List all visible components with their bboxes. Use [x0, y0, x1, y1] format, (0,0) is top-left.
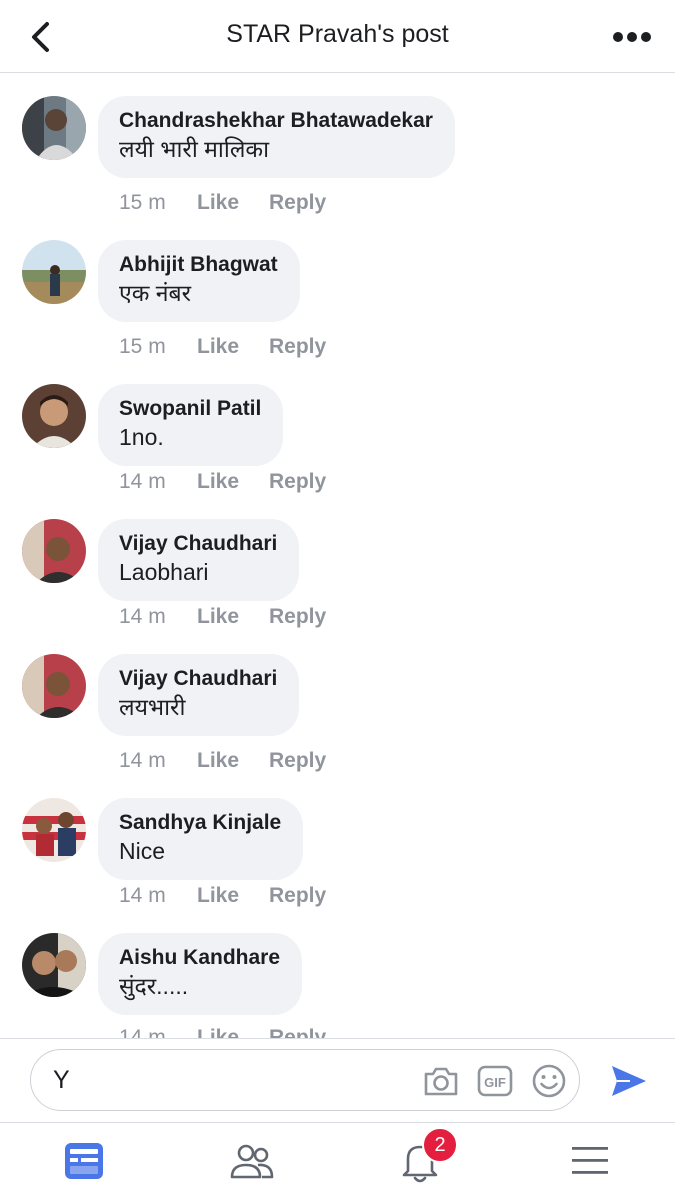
comment-actions: 14 m Like Reply [119, 884, 326, 908]
comment-time: 14 m [119, 470, 166, 493]
comment-text: Nice [119, 838, 166, 864]
camera-icon [424, 1067, 458, 1096]
reply-button[interactable]: Reply [269, 1026, 326, 1038]
comment-input-value[interactable]: Y [53, 1066, 70, 1095]
tab-news-feed[interactable] [60, 1137, 108, 1185]
comment-composer: Y GIF [0, 1038, 675, 1123]
notification-badge: 2 [422, 1127, 458, 1163]
avatar[interactable] [22, 384, 86, 448]
comment-bubble[interactable]: Vijay Chaudhari लयभारी [98, 654, 300, 736]
menu-icon [572, 1147, 608, 1174]
gif-button[interactable]: GIF [477, 1064, 513, 1098]
send-icon [612, 1066, 646, 1096]
comment-item: Aishu Kandhare सुंदर..... 14 m Like Reply [0, 910, 675, 1038]
comment-time: 14 m [119, 884, 166, 907]
comment-item: Sandhya Kinjale Nice 14 m Like Reply [0, 775, 675, 915]
emoji-icon [532, 1064, 566, 1098]
comment-author[interactable]: Abhijit Bhagwat [119, 251, 278, 278]
comment-author[interactable]: Aishu Kandhare [119, 944, 280, 971]
camera-button[interactable] [423, 1064, 459, 1098]
like-button[interactable]: Like [197, 1026, 269, 1038]
avatar[interactable] [22, 519, 86, 583]
comment-list: Chandrashekhar Bhatawadekar लयी भारी माल… [0, 73, 675, 1038]
send-button[interactable] [610, 1063, 648, 1099]
bottom-tab-bar: 2 [0, 1122, 675, 1200]
comment-bubble[interactable]: Abhijit Bhagwat एक नंबर [98, 240, 300, 322]
reply-button[interactable]: Reply [269, 470, 326, 494]
avatar[interactable] [22, 654, 86, 718]
comment-time: 14 m [119, 749, 166, 772]
reply-button[interactable]: Reply [269, 884, 326, 908]
more-options-button[interactable] [609, 24, 655, 50]
comment-bubble[interactable]: Vijay Chaudhari Laobhari [98, 519, 300, 601]
reply-button[interactable]: Reply [269, 335, 326, 359]
like-button[interactable]: Like [197, 470, 269, 494]
comment-text: लयभारी [119, 694, 186, 720]
comment-actions: 14 m Like Reply [119, 1026, 326, 1038]
friends-icon [230, 1144, 274, 1179]
tab-notifications[interactable]: 2 [396, 1127, 458, 1185]
gif-icon: GIF [477, 1065, 513, 1097]
comment-time: 14 m [119, 605, 166, 628]
more-horizontal-icon [613, 32, 651, 42]
like-button[interactable]: Like [197, 191, 269, 215]
avatar[interactable] [22, 798, 86, 862]
comment-time: 14 m [119, 1026, 166, 1038]
comment-bubble[interactable]: Swopanil Patil 1no. [98, 384, 284, 466]
comment-actions: 15 m Like Reply [119, 335, 326, 359]
news-feed-icon [65, 1143, 103, 1179]
comment-actions: 14 m Like Reply [119, 605, 326, 629]
top-bar: STAR Pravah's post [0, 0, 675, 73]
reply-button[interactable]: Reply [269, 749, 326, 773]
comment-text: सुंदर..... [119, 973, 189, 999]
emoji-button[interactable] [531, 1064, 567, 1098]
comment-item: Vijay Chaudhari Laobhari 14 m Like Reply [0, 496, 675, 636]
comment-text: 1no. [119, 424, 164, 450]
comment-text: Laobhari [119, 559, 209, 585]
comment-item: Chandrashekhar Bhatawadekar लयी भारी माल… [0, 73, 675, 215]
svg-text:GIF: GIF [484, 1075, 506, 1090]
comment-input[interactable]: Y GIF [30, 1049, 580, 1111]
reply-button[interactable]: Reply [269, 191, 326, 215]
comment-item: Vijay Chaudhari लयभारी 14 m Like Reply [0, 631, 675, 773]
comment-author[interactable]: Swopanil Patil [119, 395, 261, 422]
comment-item: Abhijit Bhagwat एक नंबर 15 m Like Reply [0, 217, 675, 359]
avatar[interactable] [22, 933, 86, 997]
like-button[interactable]: Like [197, 749, 269, 773]
like-button[interactable]: Like [197, 884, 269, 908]
comment-author[interactable]: Chandrashekhar Bhatawadekar [119, 107, 433, 134]
comment-author[interactable]: Vijay Chaudhari [119, 530, 277, 557]
tab-friends[interactable] [228, 1137, 276, 1185]
comment-actions: 15 m Like Reply [119, 191, 326, 215]
comment-actions: 14 m Like Reply [119, 749, 326, 773]
page-title: STAR Pravah's post [226, 20, 449, 48]
avatar[interactable] [22, 96, 86, 160]
comment-bubble[interactable]: Sandhya Kinjale Nice [98, 798, 304, 880]
like-button[interactable]: Like [197, 335, 269, 359]
comment-actions: 14 m Like Reply [119, 470, 326, 494]
comment-bubble[interactable]: Chandrashekhar Bhatawadekar लयी भारी माल… [98, 96, 455, 178]
comment-time: 15 m [119, 335, 166, 358]
comment-author[interactable]: Sandhya Kinjale [119, 809, 281, 836]
comment-bubble[interactable]: Aishu Kandhare सुंदर..... [98, 933, 303, 1015]
comment-text: लयी भारी मालिका [119, 136, 270, 162]
comment-text: एक नंबर [119, 280, 192, 306]
avatar[interactable] [22, 240, 86, 304]
reply-button[interactable]: Reply [269, 605, 326, 629]
comments-screen: STAR Pravah's post Chandrashekhar Bhataw… [0, 0, 675, 1200]
comment-time: 15 m [119, 191, 166, 214]
comment-author[interactable]: Vijay Chaudhari [119, 665, 277, 692]
like-button[interactable]: Like [197, 605, 269, 629]
tab-menu[interactable] [566, 1137, 614, 1185]
comment-item: Swopanil Patil 1no. 14 m Like Reply [0, 361, 675, 501]
